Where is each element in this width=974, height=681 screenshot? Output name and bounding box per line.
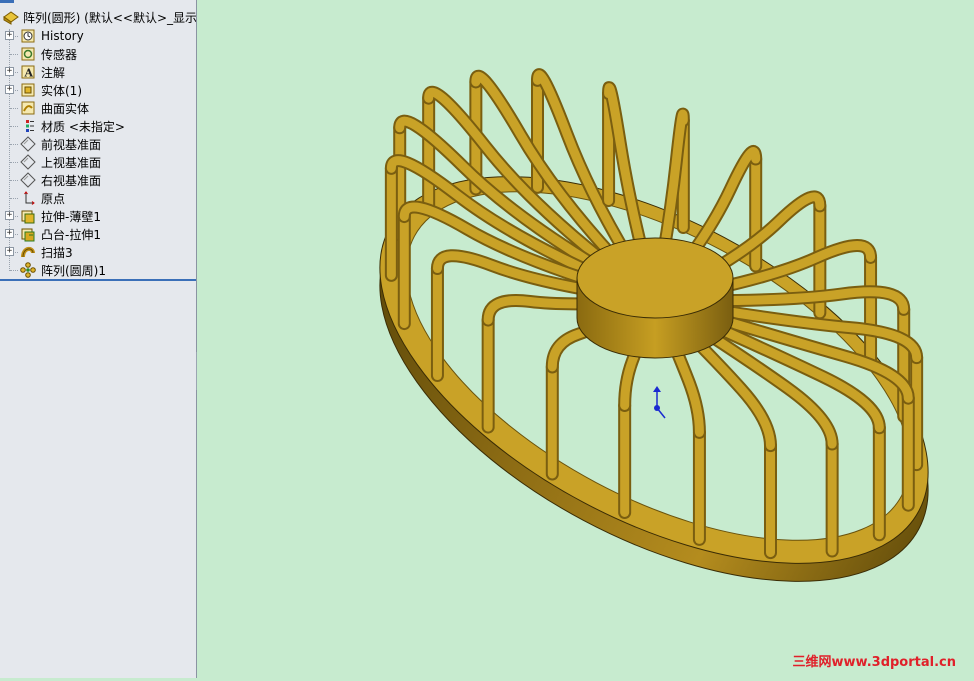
material-icon <box>26 120 34 132</box>
tree-item-label: 右视基准面 <box>41 173 102 188</box>
expand-toggle-icon[interactable]: + <box>5 229 14 238</box>
tree-item-label: 注解 <box>41 65 66 80</box>
tree-item-label: 扫描3 <box>41 245 73 260</box>
tree-item-label: 前视基准面 <box>41 137 102 152</box>
tree-root-label: 阵列(圆形) (默认<<默认>_显示 <box>23 10 197 25</box>
model-view[interactable] <box>197 0 974 678</box>
tree-item[interactable]: 前视基准面 <box>0 135 196 153</box>
plane-icon <box>20 172 36 188</box>
tree-item-label: 原点 <box>41 191 66 206</box>
tree-item[interactable]: 传感器 <box>0 45 196 63</box>
tree-item[interactable]: 右视基准面 <box>0 171 196 189</box>
tree-item-label: 凸台-拉伸1 <box>41 227 101 242</box>
feature-manager-tree: 阵列(圆形) (默认<<默认>_显示 + History 传感器 + A 注解 + 实体(1)… <box>0 0 197 678</box>
sensor-icon <box>21 47 35 61</box>
tree-item[interactable]: 曲面实体 <box>0 99 196 117</box>
tree-item[interactable]: 阵列(圆周)1 <box>0 261 196 279</box>
tree-connector <box>10 144 18 145</box>
tree-connector <box>10 54 18 55</box>
solid-bodies-icon <box>21 83 35 97</box>
tree-item[interactable]: 材质 <未指定> <box>0 117 196 135</box>
tree-item[interactable]: + 凸台-拉伸1 <box>0 225 196 243</box>
origin-icon <box>24 191 35 205</box>
annotation-icon: A <box>21 65 35 80</box>
tree-item-label: 实体(1) <box>41 83 82 98</box>
tree-item[interactable]: + 实体(1) <box>0 81 196 99</box>
sweep-icon <box>21 246 35 258</box>
tree-item-label: 材质 <未指定> <box>41 119 125 134</box>
panel-tab[interactable] <box>0 0 14 3</box>
tree-rollback-bar[interactable] <box>0 279 196 281</box>
tree-item[interactable]: + History <box>0 27 196 45</box>
tree-item[interactable]: + 拉伸-薄壁1 <box>0 207 196 225</box>
tree-connector <box>10 180 18 181</box>
history-icon <box>21 29 35 43</box>
tree-item-label: 阵列(圆周)1 <box>41 263 106 278</box>
tree-item-label: 拉伸-薄壁1 <box>41 209 101 224</box>
tree-connector <box>10 108 18 109</box>
boss-extrude-icon <box>21 228 35 242</box>
tree-item-label: History <box>41 29 84 43</box>
hub-top <box>576 237 734 319</box>
surface-bodies-icon <box>21 101 35 115</box>
tree-item-label: 上视基准面 <box>41 155 102 170</box>
expand-toggle-icon[interactable]: + <box>5 85 14 94</box>
expand-toggle-icon[interactable]: + <box>5 247 14 256</box>
tree-connector <box>10 198 18 199</box>
graphics-viewport[interactable]: 三维网www.3dportal.cn <box>197 0 974 678</box>
tree-item-label: 曲面实体 <box>41 101 90 116</box>
expand-toggle-icon[interactable]: + <box>5 67 14 76</box>
tree-item[interactable]: 原点 <box>0 189 196 207</box>
part-icon <box>3 11 19 25</box>
tree-item[interactable]: 上视基准面 <box>0 153 196 171</box>
expand-toggle-icon[interactable]: + <box>5 211 14 220</box>
plane-icon <box>20 136 36 152</box>
expand-toggle-icon[interactable]: + <box>5 31 14 40</box>
tree-item[interactable]: + 扫描3 <box>0 243 196 261</box>
tree-item-label: 传感器 <box>41 47 78 62</box>
watermark-text: 三维网www.3dportal.cn <box>792 655 956 670</box>
extrude-thin-icon <box>21 210 35 224</box>
tree-connector <box>10 162 18 163</box>
svg-text:A: A <box>24 67 34 80</box>
tree-connector <box>10 270 18 271</box>
tree-item[interactable]: + A 注解 <box>0 63 196 81</box>
tree-root[interactable]: 阵列(圆形) (默认<<默认>_显示 <box>0 8 197 26</box>
circular-pattern-icon <box>20 262 36 278</box>
tree-connector <box>10 126 18 127</box>
plane-icon <box>20 154 36 170</box>
